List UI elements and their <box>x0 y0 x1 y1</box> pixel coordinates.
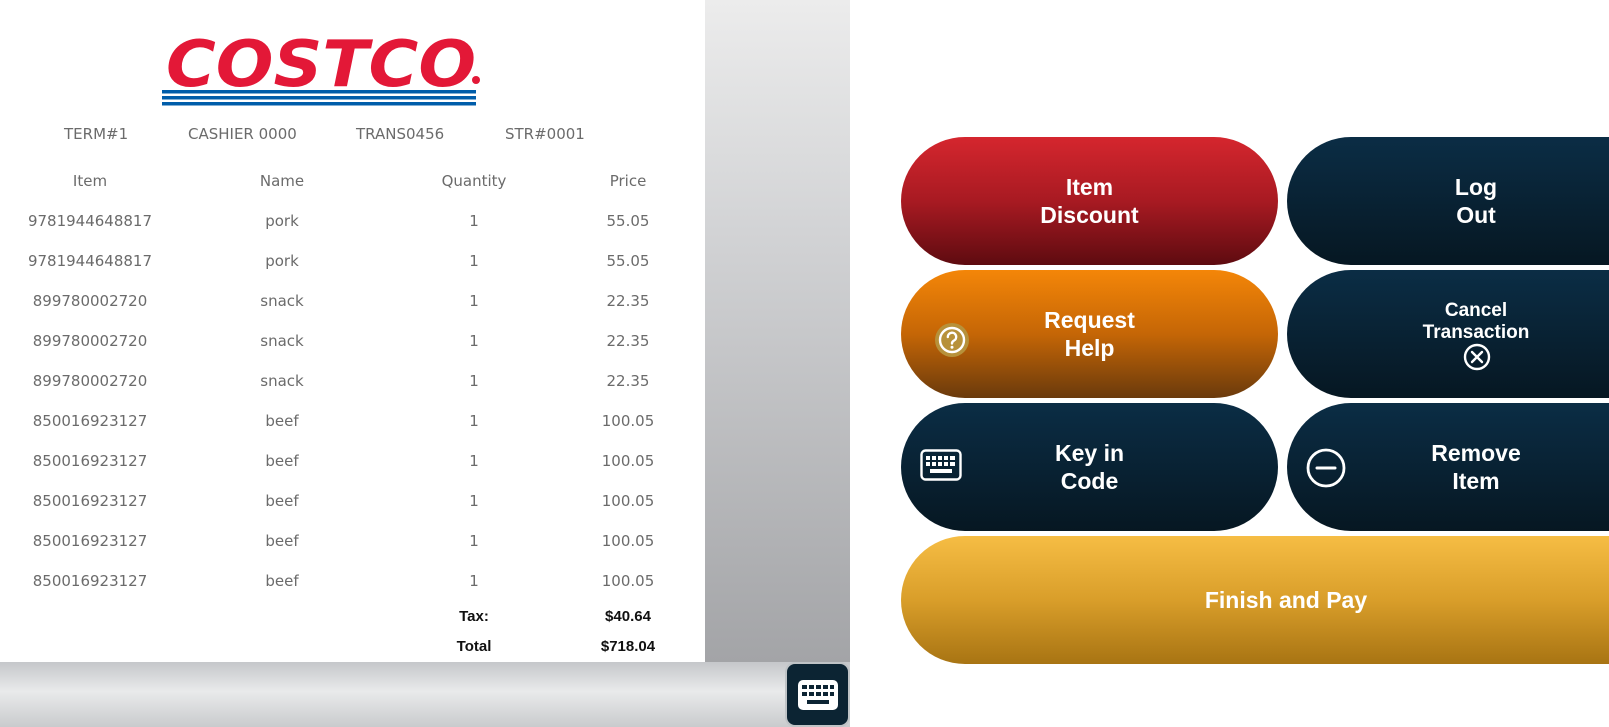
receipt-scroll-strip <box>705 0 850 662</box>
bottom-bar <box>0 662 850 727</box>
item-quantity: 1 <box>469 212 479 230</box>
request-help-button[interactable]: Request Help <box>901 270 1278 398</box>
finish-and-pay-label: Finish and Pay <box>1204 587 1368 613</box>
item-quantity: 1 <box>469 252 479 270</box>
item-code: 9781944648817 <box>27 252 153 270</box>
item-name: pork <box>265 212 299 230</box>
column-header-name: Name <box>259 172 305 190</box>
table-row[interactable]: 850016923127 beef 1 100.05 <box>0 441 705 481</box>
item-code: 850016923127 <box>32 532 148 550</box>
log-out-button[interactable]: Log Out <box>1287 137 1609 265</box>
column-header-price: Price <box>609 172 647 190</box>
item-code: 899780002720 <box>32 372 148 390</box>
item-price: 100.05 <box>601 532 655 550</box>
item-price: 100.05 <box>601 412 655 430</box>
table-row[interactable]: 899780002720 snack 1 22.35 <box>0 361 705 401</box>
item-code: 9781944648817 <box>27 212 153 230</box>
log-out-label-line2: Out <box>1456 202 1496 228</box>
keyboard-toggle-button[interactable] <box>785 662 850 727</box>
cancel-transaction-label-line1: Cancel <box>1444 300 1508 321</box>
item-price: 100.05 <box>601 492 655 510</box>
keyboard-icon <box>797 679 838 710</box>
item-code: 850016923127 <box>32 452 148 470</box>
item-price: 22.35 <box>606 332 650 350</box>
item-name: beef <box>265 572 299 590</box>
item-name: beef <box>265 532 299 550</box>
item-price: 22.35 <box>606 372 650 390</box>
item-price: 22.35 <box>606 292 650 310</box>
item-quantity: 1 <box>469 532 479 550</box>
item-quantity: 1 <box>469 332 479 350</box>
key-in-code-label-line1: Key in <box>1054 440 1125 466</box>
cancel-transaction-label-line2: Transaction <box>1422 322 1530 343</box>
total-label: Total <box>456 638 492 655</box>
costco-logo: COSTCO <box>160 28 482 106</box>
x-circle-icon <box>1462 342 1492 377</box>
item-discount-label-line1: Item <box>1065 174 1114 200</box>
item-name: beef <box>265 412 299 430</box>
item-name: snack <box>260 372 304 390</box>
item-name: beef <box>265 452 299 470</box>
table-row[interactable]: 9781944648817 pork 1 55.05 <box>0 201 705 241</box>
store-id: STR#0001 <box>505 125 585 143</box>
item-code: 850016923127 <box>32 492 148 510</box>
item-price: 55.05 <box>606 212 650 230</box>
table-row[interactable]: 850016923127 beef 1 100.05 <box>0 521 705 561</box>
item-price: 55.05 <box>606 252 650 270</box>
item-name: beef <box>265 492 299 510</box>
item-quantity: 1 <box>469 412 479 430</box>
item-price: 100.05 <box>601 452 655 470</box>
item-quantity: 1 <box>469 372 479 390</box>
cancel-transaction-button[interactable]: Cancel Transaction <box>1287 270 1609 398</box>
remove-item-label-line1: Remove <box>1431 440 1521 466</box>
tax-value: $40.64 <box>605 608 651 625</box>
key-in-code-label-line2: Code <box>1060 468 1119 494</box>
item-name: pork <box>265 252 299 270</box>
table-row[interactable]: 899780002720 snack 1 22.35 <box>0 281 705 321</box>
remove-item-button[interactable]: Remove Item <box>1287 403 1609 531</box>
item-code: 850016923127 <box>32 572 148 590</box>
item-name: snack <box>260 292 304 310</box>
receipt-panel: COSTCO TERM#1 CASHIER 0000 TRANS0456 STR… <box>0 0 705 662</box>
item-quantity: 1 <box>469 452 479 470</box>
finish-and-pay-button[interactable]: Finish and Pay <box>901 536 1609 664</box>
request-help-label-line1: Request <box>1044 307 1135 333</box>
terminal-id: TERM#1 <box>64 125 129 143</box>
cashier-id: CASHIER 0000 <box>188 125 297 143</box>
item-discount-button[interactable]: Item Discount <box>901 137 1278 265</box>
request-help-label-line2: Help <box>1064 335 1115 361</box>
column-header-quantity: Quantity <box>441 172 507 190</box>
item-code: 899780002720 <box>32 332 148 350</box>
table-row[interactable]: 850016923127 beef 1 100.05 <box>0 401 705 441</box>
key-in-code-button[interactable]: Key in Code <box>901 403 1278 531</box>
table-row[interactable]: 850016923127 beef 1 100.05 <box>0 561 705 601</box>
item-discount-label-line2: Discount <box>1040 202 1139 228</box>
total-value: $718.04 <box>600 638 656 655</box>
column-header-item: Item <box>72 172 108 190</box>
table-row[interactable]: 9781944648817 pork 1 55.05 <box>0 241 705 281</box>
item-price: 100.05 <box>601 572 655 590</box>
table-row[interactable]: 899780002720 snack 1 22.35 <box>0 321 705 361</box>
item-quantity: 1 <box>469 292 479 310</box>
table-row[interactable]: 850016923127 beef 1 100.05 <box>0 481 705 521</box>
transaction-id: TRANS0456 <box>356 125 445 143</box>
item-quantity: 1 <box>469 492 479 510</box>
item-code: 850016923127 <box>32 412 148 430</box>
remove-item-label-line2: Item <box>1452 468 1500 494</box>
item-name: snack <box>260 332 304 350</box>
tax-label: Tax: <box>459 608 489 625</box>
item-code: 899780002720 <box>32 292 148 310</box>
log-out-label-line1: Log <box>1454 174 1498 200</box>
item-quantity: 1 <box>469 572 479 590</box>
